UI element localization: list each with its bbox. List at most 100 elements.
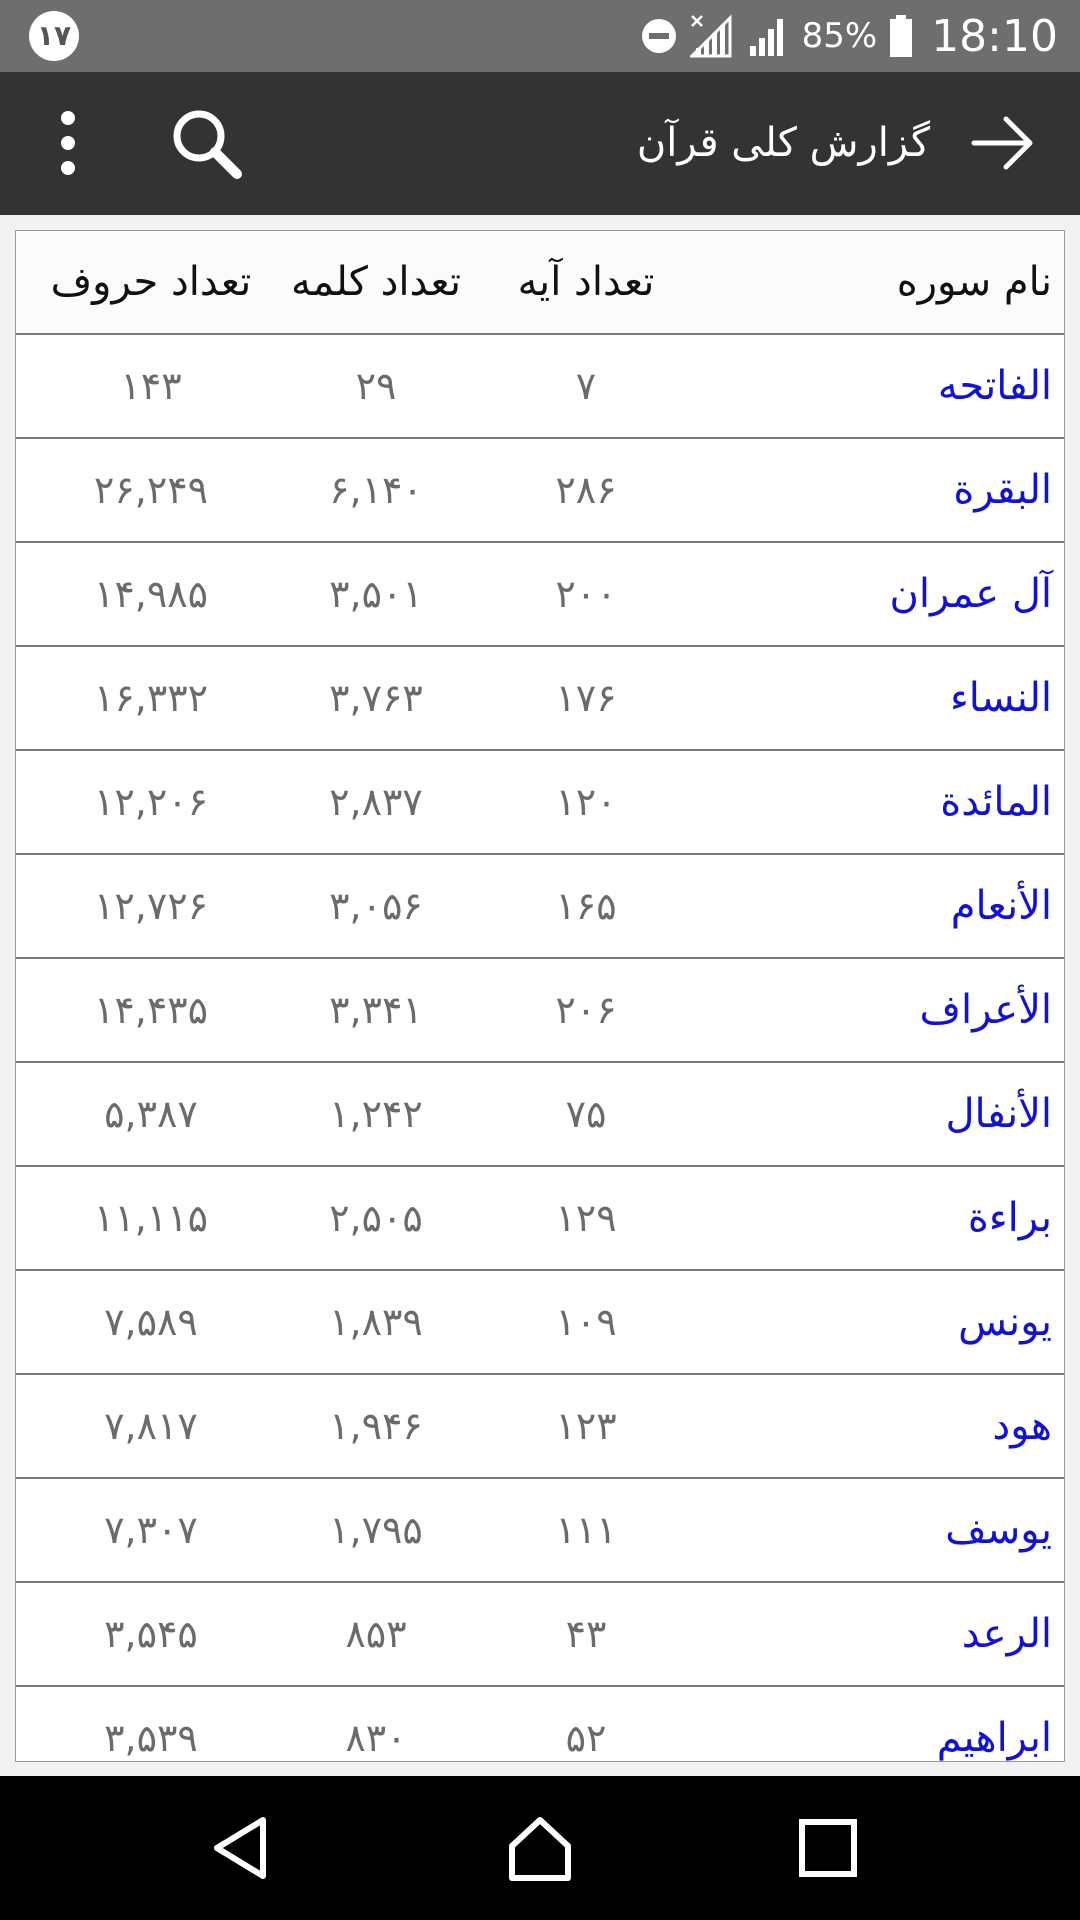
verse-count: ۷۵ <box>565 1092 607 1136</box>
verse-count: ۴۳ <box>565 1612 607 1656</box>
nav-home-button[interactable] <box>504 1812 576 1884</box>
table-row[interactable]: النساء ۱۷۶ ۳,۷۶۳ ۱۶,۳۳۲ <box>16 647 1064 751</box>
surah-name: الأنعام <box>950 883 1052 929</box>
nav-back-icon <box>214 1817 266 1879</box>
word-count: ۸۳۰ <box>345 1716 407 1760</box>
do-not-disturb-icon <box>640 17 678 55</box>
letter-count: ۱۴,۹۸۵ <box>93 572 209 616</box>
search-icon <box>173 110 242 179</box>
table-row[interactable]: براءة ۱۲۹ ۲,۵۰۵ ۱۱,۱۱۵ <box>16 1167 1064 1271</box>
word-count: ۸۵۳ <box>345 1612 407 1656</box>
verse-count: ۱۱۱ <box>555 1508 617 1552</box>
surah-name: الرعد <box>961 1611 1052 1657</box>
letter-count: ۲۶,۲۴۹ <box>93 468 209 512</box>
table-row[interactable]: یوسف ۱۱۱ ۱,۷۹۵ ۷,۳۰۷ <box>16 1479 1064 1583</box>
nav-back-button[interactable] <box>205 1812 277 1884</box>
nav-recents-icon <box>799 1819 857 1877</box>
word-count: ۳,۰۵۶ <box>329 884 423 928</box>
word-count: ۳,۷۶۳ <box>329 676 423 720</box>
signal-icon <box>746 14 790 58</box>
table-row[interactable]: الرعد ۴۳ ۸۵۳ ۳,۵۴۵ <box>16 1583 1064 1687</box>
more-vert-icon <box>61 111 75 175</box>
letter-count: ۳,۵۳۹ <box>104 1716 198 1760</box>
word-count: ۱,۹۴۶ <box>329 1404 423 1448</box>
table-row[interactable]: الفاتحه ۷ ۲۹ ۱۴۳ <box>16 335 1064 439</box>
surah-name: براءة <box>967 1195 1052 1241</box>
header-surah-name: نام سوره <box>896 259 1052 305</box>
navigation-bar <box>0 1776 1080 1920</box>
verse-count: ۱۲۰ <box>555 780 617 824</box>
verse-count: ۱۶۵ <box>555 884 617 928</box>
surah-name: یوسف <box>945 1507 1052 1553</box>
verse-count: ۲۸۶ <box>555 468 617 512</box>
notification-count-badge: ۱۷ <box>29 11 79 61</box>
word-count: ۲,۸۳۷ <box>329 780 423 824</box>
word-count: ۱,۲۴۲ <box>329 1092 423 1136</box>
nav-home-icon <box>509 1817 571 1881</box>
surah-name: المائدة <box>940 779 1052 825</box>
letter-count: ۳,۵۴۵ <box>104 1612 198 1656</box>
table-row[interactable]: المائدة ۱۲۰ ۲,۸۳۷ ۱۲,۲۰۶ <box>16 751 1064 855</box>
surah-table[interactable]: نام سوره تعداد آیه تعداد کلمه تعداد حروف… <box>15 230 1065 1762</box>
status-icons: 85% 18:10 <box>640 0 1058 72</box>
more-options-button[interactable] <box>40 102 96 184</box>
letter-count: ۷,۸۱۷ <box>104 1404 198 1448</box>
search-button[interactable] <box>165 102 247 184</box>
word-count: ۳,۵۰۱ <box>329 572 423 616</box>
surah-name: النساء <box>949 675 1052 721</box>
letter-count: ۱۲,۲۰۶ <box>93 780 209 824</box>
verse-count: ۱۲۳ <box>555 1404 617 1448</box>
letter-count: ۷,۵۸۹ <box>104 1300 198 1344</box>
table-row[interactable]: ابراهیم ۵۲ ۸۳۰ ۳,۵۳۹ <box>16 1687 1064 1761</box>
verse-count: ۱۰۹ <box>555 1300 617 1344</box>
surah-name: الأعراف <box>919 987 1052 1033</box>
battery-icon <box>889 14 913 58</box>
verse-count: ۱۲۹ <box>555 1196 617 1240</box>
word-count: ۲۹ <box>355 364 397 408</box>
table-row[interactable]: البقرة ۲۸۶ ۶,۱۴۰ ۲۶,۲۴۹ <box>16 439 1064 543</box>
battery-percent: 85% <box>801 16 878 56</box>
surah-name: الفاتحه <box>937 363 1052 409</box>
table-row[interactable]: یونس ۱۰۹ ۱,۸۳۹ ۷,۵۸۹ <box>16 1271 1064 1375</box>
verse-count: ۲۰۰ <box>555 572 617 616</box>
surah-name: ابراهیم <box>936 1715 1052 1761</box>
back-button[interactable] <box>962 102 1044 184</box>
verse-count: ۵۲ <box>565 1716 607 1760</box>
letter-count: ۱۶,۳۳۲ <box>93 676 209 720</box>
no-data-signal-icon <box>689 14 734 58</box>
letter-count: ۱۴,۴۳۵ <box>93 988 209 1032</box>
clock: 18:10 <box>931 10 1058 62</box>
surah-name: یونس <box>958 1299 1052 1345</box>
letter-count: ۱۴۳ <box>120 364 182 408</box>
table-row[interactable]: الأعراف ۲۰۶ ۳,۳۴۱ ۱۴,۴۳۵ <box>16 959 1064 1063</box>
word-count: ۶,۱۴۰ <box>329 468 423 512</box>
nav-recents-button[interactable] <box>792 1812 864 1884</box>
page-title: گزارش کلی قرآن <box>636 120 930 166</box>
verse-count: ۲۰۶ <box>555 988 617 1032</box>
surah-name: البقرة <box>953 467 1052 513</box>
header-word-count: تعداد کلمه <box>291 259 461 305</box>
surah-name: آل عمران <box>889 571 1052 617</box>
arrow-right-icon <box>971 116 1033 170</box>
word-count: ۳,۳۴۱ <box>329 988 423 1032</box>
table-row[interactable]: الأنعام ۱۶۵ ۳,۰۵۶ ۱۲,۷۲۶ <box>16 855 1064 959</box>
letter-count: ۱۲,۷۲۶ <box>93 884 209 928</box>
surah-name: الأنفال <box>945 1091 1052 1137</box>
word-count: ۱,۷۹۵ <box>329 1508 423 1552</box>
table-row[interactable]: آل عمران ۲۰۰ ۳,۵۰۱ ۱۴,۹۸۵ <box>16 543 1064 647</box>
table-row[interactable]: الأنفال ۷۵ ۱,۲۴۲ ۵,۳۸۷ <box>16 1063 1064 1167</box>
table-row[interactable]: هود ۱۲۳ ۱,۹۴۶ ۷,۸۱۷ <box>16 1375 1064 1479</box>
header-verse-count: تعداد آیه <box>517 259 655 305</box>
verse-count: ۱۷۶ <box>555 676 617 720</box>
letter-count: ۱۱,۱۱۵ <box>93 1196 209 1240</box>
verse-count: ۷ <box>575 364 597 408</box>
surah-name: هود <box>992 1403 1052 1449</box>
word-count: ۲,۵۰۵ <box>329 1196 423 1240</box>
header-letter-count: تعداد حروف <box>50 259 252 305</box>
status-bar: ۱۷ 85% 18:10 <box>0 0 1080 72</box>
letter-count: ۵,۳۸۷ <box>104 1092 198 1136</box>
word-count: ۱,۸۳۹ <box>329 1300 423 1344</box>
app-bar: گزارش کلی قرآن <box>0 72 1080 215</box>
table-header: نام سوره تعداد آیه تعداد کلمه تعداد حروف <box>16 231 1064 335</box>
letter-count: ۷,۳۰۷ <box>104 1508 198 1552</box>
